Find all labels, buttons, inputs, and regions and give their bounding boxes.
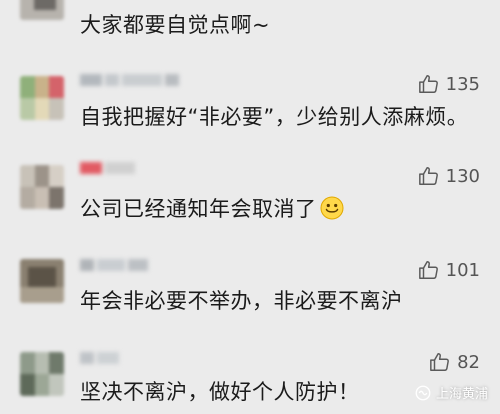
thumbs-up-icon: [418, 75, 438, 93]
avatar[interactable]: [20, 352, 64, 396]
wechat-channel-icon: [415, 385, 431, 400]
username-blurred[interactable]: [80, 162, 138, 174]
comment-text: 大家都要自觉点啊~: [80, 13, 271, 37]
smile-emoji-icon: [320, 196, 343, 220]
thumbs-up-icon: [418, 167, 438, 185]
comment-text: 自我把握好“非必要”，少给别人添麻烦。: [80, 105, 469, 129]
watermark-text: 上海黄浦: [435, 387, 488, 402]
like-button[interactable]: 135: [418, 72, 480, 96]
username-blurred[interactable]: [80, 352, 122, 364]
like-count: 130: [445, 165, 480, 187]
thumbs-up-icon: [430, 353, 450, 371]
avatar[interactable]: [20, 76, 64, 120]
watermark: 上海黄浦: [414, 383, 488, 402]
avatar[interactable]: [20, 259, 64, 303]
comment-feed: 大家都要自觉点啊~ 135 自我把握好“非必要”，少给别人添麻烦。 130 公司…: [0, 0, 500, 414]
username-blurred[interactable]: [80, 74, 182, 86]
username-blurred[interactable]: [80, 259, 151, 271]
like-button[interactable]: 101: [418, 258, 480, 282]
like-count: 101: [445, 259, 480, 281]
avatar[interactable]: [20, 0, 64, 20]
comment-text: 公司已经通知年会取消了: [80, 193, 344, 223]
like-count: 135: [445, 73, 480, 95]
comment-text: 年会非必要不举办，非必要不离沪: [80, 289, 403, 313]
like-count: 82: [457, 351, 480, 373]
comment-text-body: 公司已经通知年会取消了: [80, 197, 317, 221]
like-button[interactable]: 130: [418, 164, 480, 188]
avatar[interactable]: [20, 165, 64, 209]
comment-text: 坚决不离沪，做好个人防护！: [80, 380, 360, 404]
thumbs-up-icon: [418, 261, 438, 279]
like-button[interactable]: 82: [429, 350, 480, 374]
